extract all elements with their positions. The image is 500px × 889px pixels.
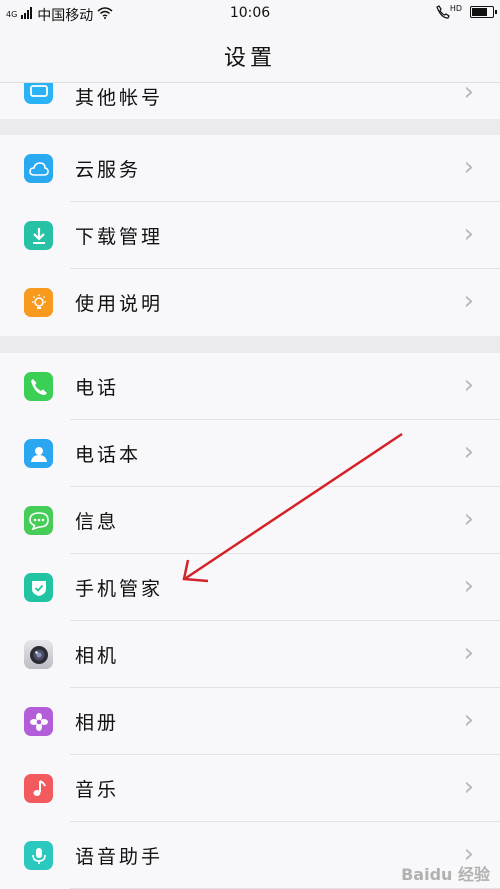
annotation-arrow [182, 432, 403, 583]
watermark: Baidu 经验 [401, 865, 490, 884]
